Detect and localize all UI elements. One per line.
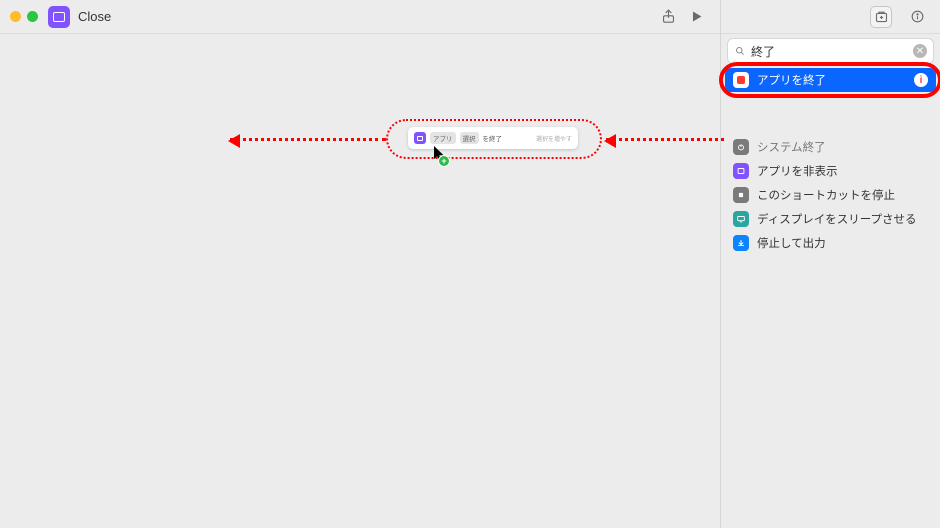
shortcut-icon (48, 6, 70, 28)
stop-icon (733, 187, 749, 203)
search-wrap: ✕ (721, 34, 940, 68)
action-item-quit-app[interactable]: アプリを終了 i (725, 68, 936, 92)
action-item-label: システム終了 (757, 139, 826, 155)
quit-app-icon (733, 72, 749, 88)
output-icon (733, 235, 749, 251)
drag-copy-plus-icon: + (438, 155, 450, 167)
shortcut-title: Close (78, 9, 111, 24)
selected-action-wrap: アプリを終了 i (725, 68, 936, 92)
action-hint: 選択を増やす (536, 134, 572, 143)
action-item-stop-shortcut[interactable]: このショートカットを停止 (725, 184, 936, 206)
actions-panel: ✕ アプリを終了 i システム終了 アプリを非表示 このショートカ (720, 0, 940, 528)
app-window-icon (733, 163, 749, 179)
action-suffix-text: を終了 (483, 133, 503, 143)
action-item-label: アプリを非表示 (757, 163, 838, 179)
cursor-icon (434, 146, 446, 167)
library-tab-button[interactable] (870, 6, 892, 28)
action-item-shutdown[interactable]: システム終了 (725, 136, 936, 158)
action-item-label: このショートカットを停止 (757, 187, 895, 203)
action-info-button[interactable]: i (914, 73, 928, 87)
editor-toolbar: Close (0, 0, 720, 34)
zoom-dot[interactable] (27, 11, 38, 22)
search-icon (734, 45, 746, 57)
clear-search-button[interactable]: ✕ (913, 44, 927, 58)
search-input[interactable] (751, 44, 908, 58)
action-item-label: アプリを終了 (757, 72, 826, 88)
action-item-sleep-display[interactable]: ディスプレイをスリープさせる (725, 208, 936, 230)
panel-toolbar (721, 0, 940, 34)
action-item-label: ディスプレイをスリープさせる (757, 211, 917, 227)
action-item-label: 停止して出力 (757, 235, 826, 251)
window-traffic-lights (10, 11, 38, 22)
app-square-icon (414, 132, 426, 144)
annotation-arrow-left (230, 138, 386, 141)
display-icon (733, 211, 749, 227)
share-button[interactable] (654, 5, 682, 29)
run-button[interactable] (682, 5, 710, 29)
action-var-pill[interactable]: 選択 (460, 132, 479, 144)
power-icon (733, 139, 749, 155)
dragged-action-block[interactable]: アプリ 選択 を終了 選択を増やす (408, 127, 578, 149)
action-item-hide-app[interactable]: アプリを非表示 (725, 160, 936, 182)
action-item-stop-and-output[interactable]: 停止して出力 (725, 232, 936, 254)
info-tab-button[interactable] (906, 6, 928, 28)
actions-list: システム終了 アプリを非表示 このショートカットを停止 ディスプレイをスリープさ… (721, 132, 940, 258)
editor-area: Close アプリ 選択 を終了 選択を増やす + (0, 0, 720, 528)
minimize-dot[interactable] (10, 11, 21, 22)
actions-search[interactable]: ✕ (727, 38, 934, 64)
action-prefix-pill: アプリ (430, 132, 456, 144)
workflow-canvas[interactable]: アプリ 選択 を終了 選択を増やす + (0, 34, 720, 528)
annotation-arrow-right (606, 138, 724, 141)
